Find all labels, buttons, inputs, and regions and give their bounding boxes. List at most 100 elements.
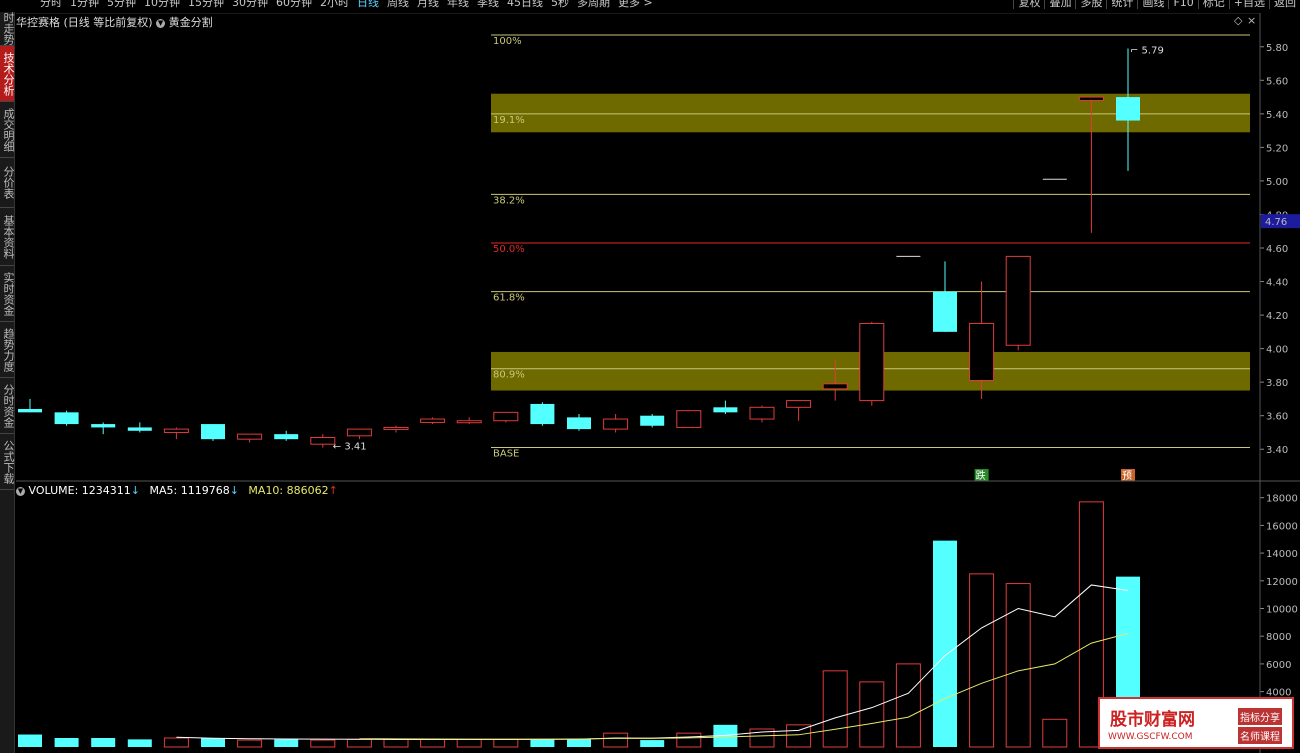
volume-bar-1 xyxy=(54,737,79,747)
price-tick-label-10: 3.80 xyxy=(1266,378,1288,389)
candle-20 xyxy=(749,406,775,420)
candle-26 xyxy=(969,322,995,381)
volume-bar-15 xyxy=(567,738,591,747)
candle-25 xyxy=(933,291,957,332)
candle-13 xyxy=(493,411,519,422)
candle-9 xyxy=(346,428,372,437)
vol-tick-label-6: 6000 xyxy=(1266,660,1291,671)
fib-label-0: 100% xyxy=(493,36,522,47)
candle-5 xyxy=(201,424,225,440)
price-tick-label-9: 4.00 xyxy=(1266,345,1288,356)
candle-29 xyxy=(1078,96,1104,101)
price-tick-label-2: 5.40 xyxy=(1266,110,1288,121)
volume-bar-4 xyxy=(163,737,189,748)
high-price-label: ⌐ 5.79 xyxy=(1130,45,1164,56)
down-arrow-icon: ↓ xyxy=(130,484,140,497)
candle-22 xyxy=(822,383,848,390)
price-tick-label-11: 3.60 xyxy=(1266,412,1288,423)
ma5-value: MA5: 1119768 xyxy=(149,484,230,497)
volume-layer xyxy=(18,501,1140,748)
low-price-label: ← 3.41 xyxy=(333,442,367,453)
price-chart[interactable]: 100% 19.1% 38.2% 50.0% 61.8% 80.9% BASE ⌐ 5.79… xyxy=(0,0,1300,753)
volume-bar-8 xyxy=(310,739,336,748)
volume-bar-28 xyxy=(1042,718,1068,748)
close-icon[interactable]: × xyxy=(1247,14,1256,27)
price-axis: 5.805.605.405.205.004.804.604.404.204.00… xyxy=(1260,43,1300,699)
price-tick-label-8: 4.20 xyxy=(1266,311,1288,322)
marker-0: 跌 xyxy=(976,469,986,482)
candle-1 xyxy=(54,412,79,425)
volume-bar-21 xyxy=(786,724,812,748)
vol-tick-label-3: 12000 xyxy=(1266,577,1298,588)
vol-tick-label-5: 8000 xyxy=(1266,632,1291,643)
volume-bar-10 xyxy=(383,738,409,748)
up-arrow-icon: ↑ xyxy=(328,484,338,497)
candle-11 xyxy=(420,418,446,423)
volume-bar-2 xyxy=(91,737,116,747)
vol-tick-label-0: 18000 xyxy=(1266,494,1298,505)
settings-diamond-icon[interactable]: ◇ xyxy=(1234,14,1243,27)
volume-bar-14 xyxy=(530,739,555,747)
fib-label-5: 80.9% xyxy=(493,370,525,381)
price-tick-label-4: 5.00 xyxy=(1266,177,1288,188)
volume-bar-5 xyxy=(201,737,225,747)
candle-7 xyxy=(274,434,299,440)
marker-layer: 跌预 xyxy=(974,469,1135,482)
candle-4 xyxy=(163,428,189,433)
watermark-logo: 股市财富网 WWW.GSCFW.COM 指标分享 名师课程 xyxy=(1098,697,1294,749)
volume-bar-23 xyxy=(859,681,885,748)
fib-label-6: BASE xyxy=(493,449,519,460)
price-tick-label-1: 5.60 xyxy=(1266,76,1288,87)
vol-tick-label-2: 14000 xyxy=(1266,549,1298,560)
candle-21 xyxy=(786,400,812,408)
price-tick-label-7: 4.40 xyxy=(1266,278,1288,289)
candle-16 xyxy=(603,418,629,430)
volume-bar-11 xyxy=(420,738,446,748)
candle-0 xyxy=(18,408,42,413)
volume-bar-22 xyxy=(822,670,848,748)
candle-23 xyxy=(859,322,885,402)
volume-bar-26 xyxy=(969,573,995,748)
marker-1: 预 xyxy=(1122,470,1132,482)
vol-tick-label-4: 10000 xyxy=(1266,604,1298,615)
volume-bar-13 xyxy=(493,738,519,748)
down-arrow-icon: ↓ xyxy=(229,484,239,497)
fib-label-3: 50.0% xyxy=(493,244,525,255)
price-tick-label-3: 5.20 xyxy=(1266,143,1288,154)
volume-bar-24 xyxy=(895,663,921,748)
candle-30 xyxy=(1116,97,1140,121)
volume-value: VOLUME: 1234311 xyxy=(28,484,131,497)
candle-18 xyxy=(676,410,702,428)
volume-bar-25 xyxy=(933,540,957,747)
current-price-tag: 4.76 xyxy=(1265,217,1287,228)
volume-bar-9 xyxy=(346,738,372,748)
volume-toggle-icon[interactable]: ▼ xyxy=(16,486,25,496)
fib-label-4: 61.8% xyxy=(493,293,525,304)
price-tick-label-0: 5.80 xyxy=(1266,43,1288,54)
candle-15 xyxy=(567,417,591,430)
volume-legend: ▼ VOLUME: 1234311↓ MA5: 1119768↓ MA10: 8… xyxy=(16,484,338,497)
volume-bar-12 xyxy=(456,738,482,748)
candle-12 xyxy=(456,420,482,424)
fib-label-1: 19.1% xyxy=(493,115,525,126)
candle-19 xyxy=(713,407,738,413)
fib-label-2: 38.2% xyxy=(493,195,525,206)
volume-bar-7 xyxy=(274,739,299,747)
candle-14 xyxy=(530,403,555,425)
volume-bar-0 xyxy=(18,734,42,747)
volume-bar-6 xyxy=(237,739,263,748)
candle-8 xyxy=(310,436,336,445)
volume-bar-16 xyxy=(603,732,629,748)
candle-6 xyxy=(237,433,263,440)
candle-2 xyxy=(91,424,116,428)
candle-3 xyxy=(127,427,152,431)
candle-17 xyxy=(640,415,665,426)
volume-bar-18 xyxy=(676,732,702,748)
price-tick-label-6: 4.60 xyxy=(1266,244,1288,255)
candle-27 xyxy=(1005,255,1031,346)
vol-tick-label-1: 16000 xyxy=(1266,521,1298,532)
ma10-value: MA10: 886062 xyxy=(248,484,329,497)
volume-bar-17 xyxy=(640,740,665,747)
price-tick-label-12: 3.40 xyxy=(1266,445,1288,456)
volume-bar-3 xyxy=(127,739,152,747)
